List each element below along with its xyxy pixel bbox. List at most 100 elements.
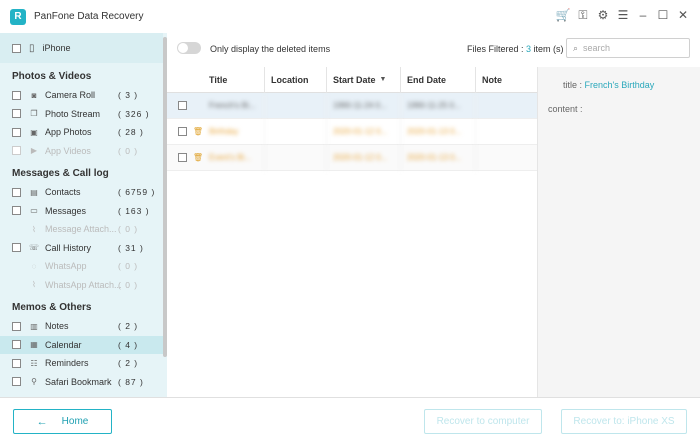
files-filtered-text: Files Filtered : 3 item (s) — [467, 44, 564, 54]
sidebar-item-reminders[interactable]: ☷ Reminders ( 2 ) — [0, 354, 167, 373]
sidebar-item-label: Notes — [45, 321, 69, 332]
checkbox[interactable] — [12, 377, 21, 387]
sidebar-item-label: Reminders — [45, 358, 89, 369]
sidebar-item-label: Safari Bookmark — [45, 376, 112, 387]
detail-content-label: content : — [548, 104, 583, 114]
sidebar-item-messages[interactable]: ▭ Messages ( 163 ) — [0, 202, 167, 221]
checkbox[interactable] — [12, 127, 21, 137]
cell-note — [476, 145, 537, 171]
menu-icon[interactable]: ☰ — [616, 8, 630, 22]
checkbox[interactable] — [12, 90, 21, 100]
app-logo: R — [10, 8, 26, 25]
column-title[interactable]: Title — [203, 66, 265, 93]
recover-to-device-button[interactable]: Recover to: iPhone XS — [561, 409, 687, 434]
whatsapp-icon: ◌ — [31, 261, 37, 271]
sidebar-item-label: WhatsApp — [45, 261, 87, 272]
device-row[interactable]: ▯ iPhone — [0, 33, 167, 63]
minimize-icon[interactable]: – — [636, 8, 650, 22]
checkbox[interactable] — [12, 340, 21, 350]
cell-end-date: 2020-01-13 0... — [401, 118, 476, 145]
cell-start-date: 2020-01-12 0... — [327, 118, 401, 145]
cart-icon[interactable]: 🛒 — [556, 8, 571, 22]
home-button[interactable]: ← Home — [13, 409, 112, 434]
paperclip-icon: ⌇ — [32, 280, 36, 290]
detail-panel: title : French's Birthday content : — [537, 67, 700, 397]
arrow-left-icon: ← — [36, 415, 48, 428]
column-start-date[interactable]: Start Date ▼ — [327, 66, 401, 93]
sidebar-item-count: ( 0 ) — [118, 224, 139, 235]
sort-desc-icon: ▼ — [379, 76, 387, 83]
sidebar-item-label: Call History — [45, 242, 92, 253]
sidebar-item-safari-bookmark[interactable]: ⚲ Safari Bookmark ( 87 ) — [0, 373, 167, 392]
calendar-icon: ▦ — [30, 340, 38, 350]
recover-to-computer-button[interactable]: Recover to computer — [424, 409, 542, 434]
sidebar-item-count: ( 28 ) — [118, 127, 144, 138]
column-note[interactable]: Note — [476, 67, 537, 93]
gear-icon[interactable]: ⚙ — [596, 8, 610, 22]
checkbox[interactable] — [12, 358, 21, 368]
sidebar-item-label: Messages — [45, 205, 87, 216]
sidebar-item-count: ( 6759 ) — [118, 187, 156, 198]
column-end-date[interactable]: End Date — [401, 66, 476, 93]
row-checkbox[interactable] — [178, 153, 187, 162]
cell-location — [265, 92, 327, 119]
sidebar-item-label: Photo Stream — [45, 108, 101, 119]
row-checkbox-cell: 🗑 — [167, 145, 203, 171]
device-name: iPhone — [42, 43, 71, 53]
row-checkbox-cell: 🗑 — [167, 119, 203, 145]
sidebar-item-count: ( 0 ) — [118, 145, 139, 156]
table-row[interactable]: French's Bi... 1990-11-24 0... 1990-11-2… — [167, 92, 537, 119]
paperclip-icon: ⌇ — [32, 224, 36, 234]
checkbox[interactable] — [12, 243, 21, 253]
section-messages-calllog: Messages & Call log — [12, 168, 109, 179]
sidebar-item-label: App Videos — [45, 145, 91, 156]
sidebar-item-camera-roll[interactable]: ◙ Camera Roll ( 3 ) — [0, 86, 167, 105]
sidebar-item-label: Camera Roll — [45, 90, 96, 101]
sidebar-item-label: Calendar — [45, 339, 82, 350]
checkbox[interactable] — [12, 321, 21, 331]
cell-title: Event's Bi... — [203, 144, 265, 171]
sidebar-item-whatsapp-attachments: ⌇ WhatsApp Attach... ( 0 ) — [0, 276, 167, 295]
sidebar-item-contacts[interactable]: ▤ Contacts ( 6759 ) — [0, 183, 167, 202]
checkbox[interactable] — [12, 206, 21, 216]
search-box[interactable]: ⌕ — [566, 38, 690, 58]
toolbar: Only display the deleted items Files Fil… — [167, 33, 700, 65]
sidebar-item-count: ( 163 ) — [118, 205, 150, 216]
checkbox[interactable] — [12, 187, 21, 197]
sidebar-item-label: App Photos — [45, 127, 92, 138]
cell-end-date: 2020-01-13 0... — [401, 144, 476, 171]
phone-icon: ☏ — [29, 243, 40, 253]
sidebar-item-count: ( 87 ) — [118, 376, 144, 387]
title-bar: R PanFone Data Recovery 🛒 ⚿ ⚙ ☰ – ☐ ✕ — [0, 0, 700, 33]
cell-start-date: 2020-01-12 0... — [327, 144, 401, 171]
column-location[interactable]: Location — [265, 66, 327, 93]
sidebar-item-app-photos[interactable]: ▣ App Photos ( 28 ) — [0, 123, 167, 142]
key-icon[interactable]: ⚿ — [576, 8, 590, 22]
video-icon: ▶ — [30, 146, 38, 156]
sidebar-item-app-videos: ▶ App Videos ( 0 ) — [0, 142, 167, 161]
footer: ← Home Recover to computer Recover to: iP… — [0, 397, 700, 446]
sidebar-item-calendar[interactable]: ▦ Calendar ( 4 ) — [0, 335, 167, 354]
deleted-only-label: Only display the deleted items — [210, 44, 331, 54]
close-icon[interactable]: ✕ — [676, 8, 690, 22]
notes-icon: ▥ — [30, 321, 38, 331]
camera-icon: ◙ — [31, 90, 37, 100]
sidebar-item-photo-stream[interactable]: ❐ Photo Stream ( 326 ) — [0, 105, 167, 124]
sidebar-item-call-history[interactable]: ☏ Call History ( 31 ) — [0, 239, 167, 258]
sidebar: ▯ iPhone Photos & Videos ◙ Camera Roll (… — [0, 33, 167, 397]
checkbox[interactable] — [12, 109, 21, 119]
maximize-icon[interactable]: ☐ — [656, 8, 670, 22]
deleted-only-toggle[interactable] — [177, 42, 201, 54]
checkbox — [12, 225, 21, 234]
row-checkbox[interactable] — [178, 127, 187, 136]
sidebar-item-count: ( 31 ) — [118, 242, 144, 253]
table-row[interactable]: 🗑 Birthday 2020-01-12 0... 2020-01-13 0.… — [167, 118, 537, 145]
table-row[interactable]: 🗑 Event's Bi... 2020-01-12 0... 2020-01-… — [167, 144, 537, 171]
sidebar-item-notes[interactable]: ▥ Notes ( 2 ) — [0, 317, 167, 336]
cell-start-date: 1990-11-24 0... — [327, 92, 401, 119]
search-input[interactable] — [583, 43, 674, 53]
message-icon: ▭ — [30, 206, 38, 216]
device-checkbox[interactable] — [12, 43, 21, 53]
detail-title-value: French's Birthday — [584, 80, 655, 90]
row-checkbox[interactable] — [178, 101, 187, 110]
